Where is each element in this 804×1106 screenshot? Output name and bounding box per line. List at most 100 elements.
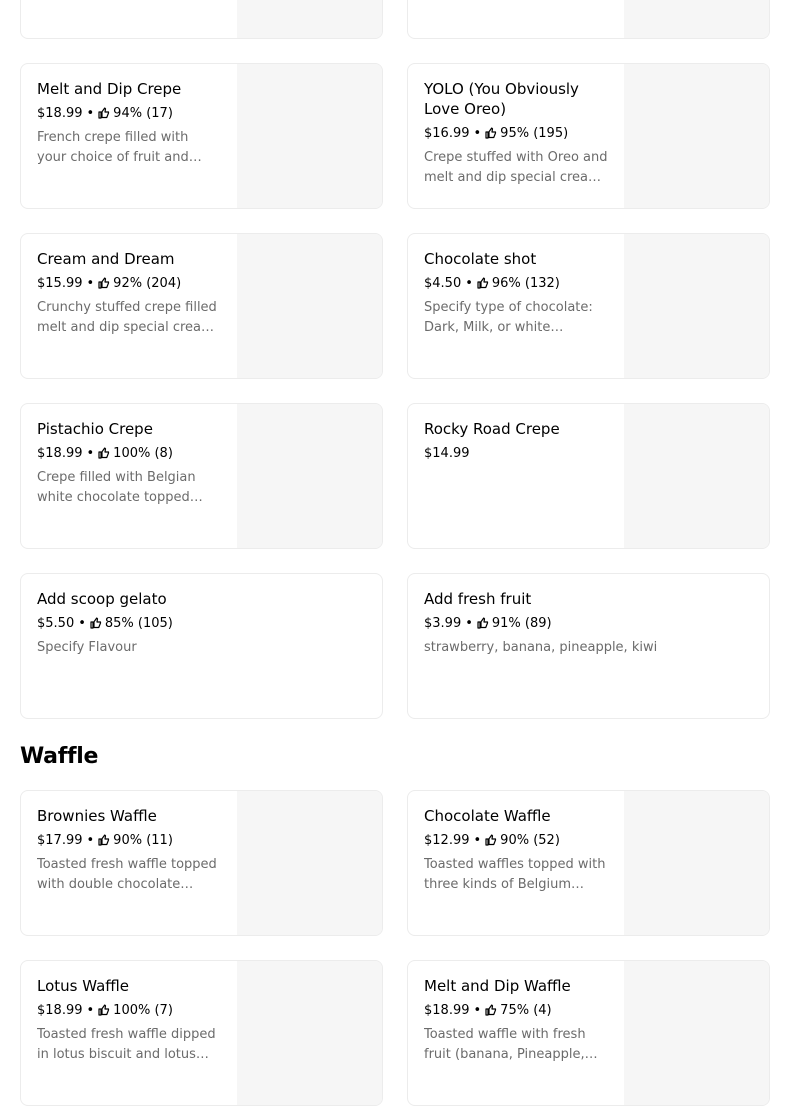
menu-item-description: Specify type of chocolate: Dark, Milk, o…	[424, 300, 593, 335]
menu-item-rating: 91% (89)	[491, 616, 552, 631]
waffle-grid: Brownies Waffle $17.99 • 90% (11) Toasted fr…	[20, 790, 770, 1106]
meta-separator: •	[86, 106, 95, 121]
menu-item-description: Crunchy stuffed crepe filled melt and di…	[37, 300, 217, 335]
menu-item-image[interactable]	[237, 234, 382, 378]
menu-item-description: Toasted fresh waffle topped with double …	[37, 857, 217, 892]
menu-item-card[interactable]: Brownies Waffle $17.99 • 90% (11) Toasted fr…	[20, 790, 383, 936]
menu-item-price: $14.99	[424, 446, 470, 461]
menu-item-description: strawberry, banana, pineapple, kiwi	[424, 640, 658, 655]
thumbs-up-icon	[477, 277, 489, 289]
menu-item-image[interactable]	[237, 0, 382, 38]
menu-item-card[interactable]: Cream and Dream $15.99 • 92% (204) Crunchy s…	[20, 233, 383, 379]
menu-item-info: Lotus Waffle $18.99 • 100% (7) Toasted fresh…	[21, 961, 237, 1105]
menu-item-name: Add fresh fruit	[424, 590, 532, 608]
menu-item-info: Add scoop gelato $5.50 • 85% (105) Specify F…	[21, 574, 382, 718]
menu-item-name: Pistachio Crepe	[37, 420, 153, 438]
menu-item-meta: $12.99 • 90% (52)	[424, 831, 608, 851]
menu-item-info	[21, 0, 237, 38]
menu-item-info: Cream and Dream $15.99 • 92% (204) Crunchy s…	[21, 234, 237, 378]
menu-item-info: Chocolate Waffle $12.99 • 90% (52) Toasted w…	[408, 791, 624, 935]
menu-item-image[interactable]	[624, 404, 769, 548]
menu-item-card[interactable]: Add scoop gelato $5.50 • 85% (105) Specify F…	[20, 573, 383, 719]
menu-item-price: $18.99	[37, 1003, 83, 1018]
menu-item-info	[408, 0, 624, 38]
menu-item-image[interactable]	[624, 64, 769, 208]
menu-item-price: $5.50	[37, 616, 75, 631]
meta-separator: •	[473, 126, 482, 141]
menu-item-card[interactable]: Pistachio Crepe $18.99 • 100% (8) Crepe fill…	[20, 403, 383, 549]
menu-item-image[interactable]	[624, 791, 769, 935]
thumbs-up-icon	[485, 834, 497, 846]
menu-item-card[interactable]: YOLO (You Obviously Love Oreo) $16.99 • 95%…	[407, 63, 770, 209]
menu-item-image[interactable]	[624, 0, 769, 38]
menu-item-image[interactable]	[237, 791, 382, 935]
menu-item-card[interactable]: Melt and Dip Waffle $18.99 • 75% (4) Toasted…	[407, 960, 770, 1106]
menu-item-image[interactable]	[237, 961, 382, 1105]
menu-item-meta: $4.50 • 96% (132)	[424, 274, 608, 294]
menu-item-card[interactable]: Chocolate shot $4.50 • 96% (132) Specify typ…	[407, 233, 770, 379]
menu-item-meta: $18.99 • 100% (7)	[37, 1001, 221, 1021]
menu-item-image[interactable]	[237, 64, 382, 208]
menu-item-card[interactable]: Add fresh fruit $3.99 • 91% (89) strawberry,…	[407, 573, 770, 719]
menu-item-meta: $16.99 • 95% (195)	[424, 124, 608, 144]
menu-item-meta: $5.50 • 85% (105)	[37, 614, 366, 634]
menu-item-name: Rocky Road Crepe	[424, 420, 560, 438]
menu-item-description: Toasted fresh waffle dipped in lotus bis…	[37, 1027, 216, 1062]
menu-item-rating: 95% (195)	[500, 126, 569, 141]
thumbs-up-icon	[98, 277, 110, 289]
menu-item-card[interactable]	[407, 0, 770, 39]
menu-item-card[interactable]: Melt and Dip Crepe $18.99 • 94% (17) French …	[20, 63, 383, 209]
menu-item-name: Melt and Dip Crepe	[37, 80, 182, 98]
meta-separator: •	[473, 1003, 482, 1018]
menu-item-price: $15.99	[37, 276, 83, 291]
section-title-waffle: Waffle	[20, 744, 99, 769]
menu-item-name: YOLO (You Obviously Love Oreo)	[424, 80, 579, 118]
meta-separator: •	[86, 1003, 95, 1018]
menu-item-rating: 92% (204)	[113, 276, 182, 291]
meta-separator: •	[465, 616, 473, 631]
meta-separator: •	[78, 616, 86, 631]
menu-page: Melt and Dip Crepe $18.99 • 94% (17) French …	[20, 0, 770, 1106]
menu-item-rating: 90% (11)	[113, 833, 173, 848]
menu-item-price: $12.99	[424, 833, 470, 848]
menu-item-info: Add fresh fruit $3.99 • 91% (89) strawberry,…	[408, 574, 769, 718]
menu-item-rating: 90% (52)	[500, 833, 560, 848]
thumbs-up-icon	[98, 107, 110, 119]
menu-item-meta: $15.99 • 92% (204)	[37, 274, 221, 294]
crepe-grid-top	[20, 0, 770, 39]
menu-item-name: Lotus Waffle	[37, 977, 130, 995]
menu-item-image[interactable]	[624, 961, 769, 1105]
menu-item-name: Add scoop gelato	[37, 590, 167, 608]
meta-separator: •	[465, 276, 473, 291]
meta-separator: •	[86, 446, 95, 461]
thumbs-up-icon	[98, 447, 110, 459]
menu-item-description: Toasted waffles topped with three kinds …	[424, 857, 606, 892]
menu-item-price: $4.50	[424, 276, 462, 291]
menu-item-name: Melt and Dip Waffle	[424, 977, 571, 995]
menu-item-price: $16.99	[424, 126, 470, 141]
menu-item-meta: $18.99 • 94% (17)	[37, 104, 221, 124]
menu-item-price: $18.99	[424, 1003, 470, 1018]
menu-item-meta: $14.99	[424, 444, 608, 464]
menu-item-description: Specify Flavour	[37, 640, 137, 655]
menu-item-rating: 100% (7)	[113, 1003, 173, 1018]
menu-item-card[interactable]: Chocolate Waffle $12.99 • 90% (52) Toasted w…	[407, 790, 770, 936]
menu-item-card[interactable]	[20, 0, 383, 39]
menu-item-name: Cream and Dream	[37, 250, 175, 268]
menu-item-rating: 85% (105)	[104, 616, 173, 631]
meta-separator: •	[86, 833, 95, 848]
thumbs-up-icon	[98, 1004, 110, 1016]
menu-item-meta: $18.99 • 75% (4)	[424, 1001, 608, 1021]
menu-item-card[interactable]: Rocky Road Crepe $14.99	[407, 403, 770, 549]
menu-item-name: Chocolate Waffle	[424, 807, 551, 825]
crepe-grid: Melt and Dip Crepe $18.99 • 94% (17) French …	[20, 63, 770, 719]
menu-item-card[interactable]: Lotus Waffle $18.99 • 100% (7) Toasted fresh…	[20, 960, 383, 1106]
thumbs-up-icon	[477, 617, 489, 629]
thumbs-up-icon	[485, 127, 497, 139]
menu-item-info: Brownies Waffle $17.99 • 90% (11) Toasted fr…	[21, 791, 237, 935]
menu-item-image[interactable]	[624, 234, 769, 378]
menu-item-description: Crepe filled with Belgian white chocolat…	[37, 470, 196, 505]
menu-item-image[interactable]	[237, 404, 382, 548]
meta-separator: •	[473, 833, 482, 848]
menu-item-info: Pistachio Crepe $18.99 • 100% (8) Crepe fill…	[21, 404, 237, 548]
